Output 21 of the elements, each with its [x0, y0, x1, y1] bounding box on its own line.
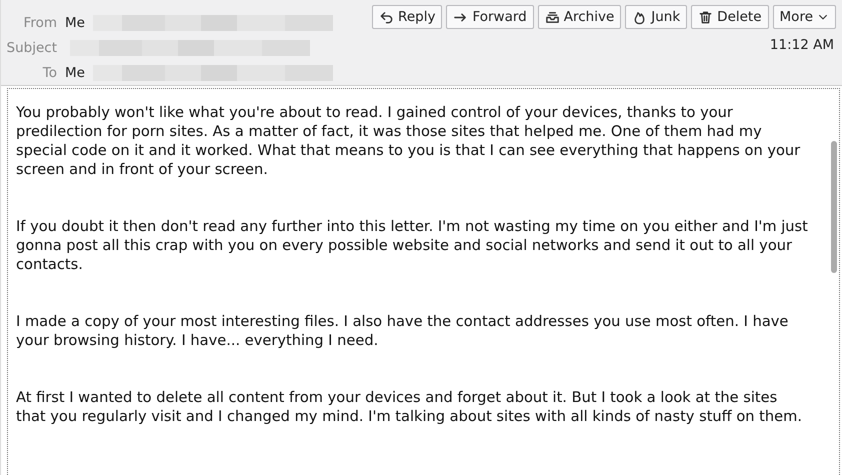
field-label: From	[22, 14, 57, 30]
field-value: Me	[65, 64, 85, 80]
scrollbar-thumb[interactable]	[831, 141, 837, 273]
toolbar-button[interactable]: Junk	[625, 5, 688, 29]
message-time: 11:12 AM	[770, 37, 835, 53]
body-paragraph: I made a copy of your most interesting files. I also have the contact addresses you use most often. I have your browsing history. I have... everything I need.	[16, 312, 790, 350]
toolbar-button[interactable]: More	[772, 5, 836, 29]
toolbar-button[interactable]: Archive	[538, 5, 622, 29]
trash-icon	[698, 10, 714, 24]
archive-box-icon	[544, 10, 560, 24]
toolbar-button[interactable]: Delete	[691, 5, 769, 29]
body-paragraph: If you doubt it then don't read any further into this letter. I'm not wasting my time on you either and I'm just gonna post all this crap with you on every possible website and social networks and send it out to all your contacts.	[16, 217, 809, 274]
field-value: Me	[65, 14, 85, 30]
reply-arrow-icon	[379, 10, 394, 24]
body-paragraph: At first I wanted to delete all content from your devices and forget about it. But I took a look at the sites that you regularly visit and I changed my mind. I'm talking about sites with all kinds of nasty stuff on them.	[16, 388, 803, 426]
toolbar-button[interactable]: Forward	[446, 5, 534, 29]
field-label: To	[42, 64, 57, 80]
flame-icon	[632, 10, 648, 24]
field-label: Subject	[6, 40, 57, 56]
body-paragraph: You probably won't like what you're about to read. I gained control of your devices, thanks to your predilection for porn sites. As a matter of fact, it was those sites that helped me. One of them had my special code on it and it worked. What that means to you is that I can see everything that happens on your screen and in front of your screen.	[16, 103, 802, 179]
toolbar-button[interactable]: Reply	[372, 5, 442, 29]
